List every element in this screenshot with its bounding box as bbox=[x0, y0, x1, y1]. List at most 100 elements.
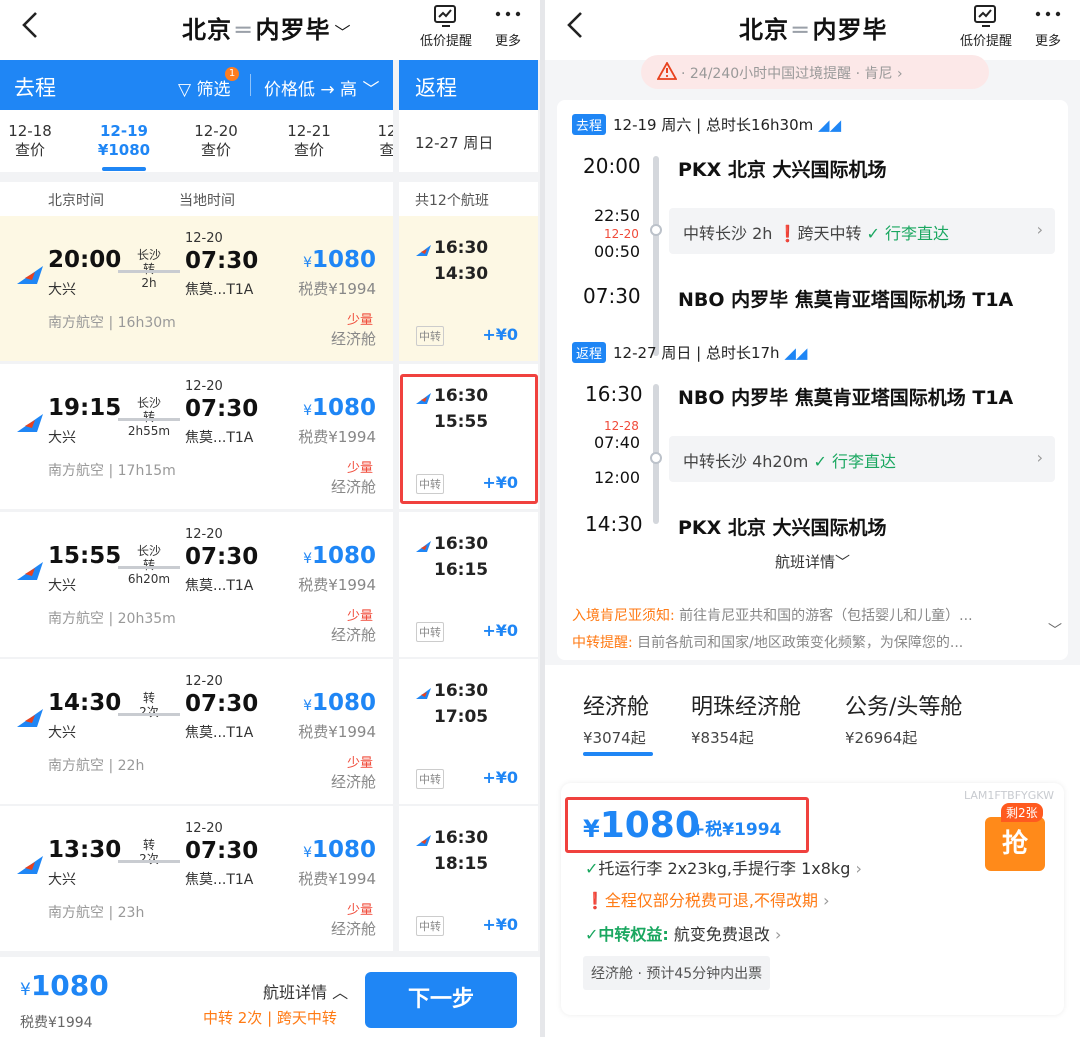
transfer-tag: 中转 bbox=[416, 769, 444, 789]
airline: 南方航空 | 17h15m bbox=[48, 463, 176, 479]
flight-detail-toggle[interactable]: 航班详情 ︿ bbox=[263, 979, 348, 1003]
price-alert-button[interactable]: 低价提醒 bbox=[420, 4, 472, 49]
airline-logo-icon bbox=[415, 832, 432, 846]
return-arr-time: 14:30 bbox=[434, 264, 489, 284]
date-tab[interactable]: 12 查 bbox=[342, 122, 393, 160]
more-button[interactable]: 更多 bbox=[493, 4, 523, 49]
return-count: 共12个航班 bbox=[399, 182, 538, 216]
dep-time: 19:15 bbox=[48, 395, 122, 421]
entry-notice[interactable]: 入境肯尼亚须知: 前往肯尼亚共和国的游客（包括婴儿和儿童）... bbox=[572, 605, 1037, 625]
airline-logo-icon bbox=[15, 560, 45, 582]
extra-price: +¥0 bbox=[482, 768, 518, 787]
return-flight-row[interactable]: 16:30 18:15 中转 +¥0 bbox=[399, 806, 538, 951]
route-title: 北京 ═ 内罗毕 bbox=[739, 16, 888, 44]
timeline-dot bbox=[650, 224, 662, 236]
header: 北京 ═ 内罗毕 ﹀ 低价提醒 更多 bbox=[0, 0, 540, 60]
cabin-tab-business[interactable]: 公务/头等舱 ¥26964起 bbox=[845, 689, 962, 748]
flight-detail-link[interactable]: 航班详情﹀ bbox=[557, 551, 1068, 572]
airline-logo-icon bbox=[415, 242, 432, 256]
arr-airport: 焦莫...T1A bbox=[185, 578, 254, 594]
transfer-tag: 中转 bbox=[416, 622, 444, 642]
return-flight-row[interactable]: 16:30 14:30 中转 +¥0 bbox=[399, 216, 538, 361]
price-alert-icon bbox=[974, 5, 996, 27]
flight-row[interactable]: 13:30 大兴 转 2次 12-20 07:30 焦莫...T1A ¥1080 税费¥1994… bbox=[0, 806, 393, 951]
back-chevron-icon[interactable] bbox=[563, 10, 589, 40]
filter-button[interactable]: ▽ 筛选 bbox=[178, 75, 230, 100]
chevron-down-icon: ﹀ bbox=[835, 553, 851, 571]
date-tab[interactable]: 12-21 查价 bbox=[264, 122, 354, 160]
header: 北京 ═ 内罗毕 低价提醒 更多 bbox=[545, 0, 1080, 60]
seat-status: 少量 bbox=[346, 313, 373, 328]
return-arr-time: 16:15 bbox=[434, 560, 489, 580]
airline-logo-icon bbox=[15, 412, 45, 434]
arr-date: 12-20 bbox=[185, 379, 223, 394]
date-tab[interactable]: 12-18 查价 bbox=[0, 122, 75, 160]
check-icon: ✓ bbox=[813, 452, 827, 471]
return-flight-row[interactable]: 16:30 16:15 中转 +¥0 bbox=[399, 512, 538, 657]
return-date[interactable]: 12-27 周日 bbox=[399, 110, 538, 172]
more-button[interactable]: 更多 bbox=[1033, 4, 1063, 49]
outbound-tag: 去程 bbox=[572, 114, 607, 135]
cabin: 经济舱 bbox=[330, 478, 376, 496]
grab-button[interactable]: 抢 bbox=[985, 817, 1045, 871]
transfer-info: 转 2次 bbox=[116, 691, 182, 719]
transfer-notice[interactable]: 中转提醒: 目前各航司和国家/地区政策变化频繁，为保障您的... bbox=[572, 632, 1037, 652]
price: ¥1080 bbox=[303, 395, 376, 421]
return-dep-time: 16:30 bbox=[434, 681, 489, 701]
transfer-info: 转 2次 bbox=[116, 838, 182, 866]
return-label: 返程 bbox=[415, 76, 457, 100]
fare-card[interactable]: LAM1FTBFYGKW ¥1080 +税¥1994 抢 剩2张 ✓托运行李 2… bbox=[561, 783, 1064, 1015]
airline: 南方航空 | 22h bbox=[48, 758, 145, 774]
chevron-down-icon[interactable]: ﹀ bbox=[1048, 620, 1062, 640]
date-selector: 12-18 查价 12-19 ¥1080 12-20 查价 12-21 查价 12 查 bbox=[0, 110, 393, 172]
arr-airport: PKX 北京 大兴国际机场 bbox=[678, 517, 887, 539]
refund-line[interactable]: ❗全程仅部分税费可退,不得改期 › bbox=[585, 887, 830, 911]
return-tag: 返程 bbox=[572, 342, 607, 363]
baggage-line[interactable]: ✓托运行李 2x23kg,手提行李 1x8kg › bbox=[585, 855, 862, 879]
check-icon: ✓ bbox=[866, 224, 880, 243]
check-icon: ✓ bbox=[585, 925, 599, 944]
dep-time: 20:00 bbox=[583, 154, 641, 178]
chevron-down-icon: ﹀ bbox=[362, 80, 380, 100]
cabin-tab-pearl-economy[interactable]: 明珠经济舱 ¥8354起 bbox=[691, 689, 801, 748]
transfer-benefit-line[interactable]: ✓中转权益: 航变免费退改 › bbox=[585, 921, 781, 945]
airline-logo-icon: ◢◢ bbox=[818, 116, 842, 134]
return-dep-time: 16:30 bbox=[434, 534, 489, 554]
next-step-button[interactable]: 下一步 bbox=[365, 972, 517, 1028]
date-tab-selected[interactable]: 12-19 ¥1080 bbox=[79, 122, 169, 160]
dep-time: 16:30 bbox=[585, 382, 643, 406]
sort-button[interactable]: 价格低 → 高 ﹀ bbox=[264, 75, 379, 100]
price: ¥1080 bbox=[303, 543, 376, 569]
arr-date: 12-20 bbox=[185, 527, 223, 542]
arr-time: 07:30 bbox=[185, 248, 259, 274]
tax: 税费¥1994 bbox=[298, 870, 376, 888]
outbound-header: 12-19 周六 | 总时长16h30m ◢◢ bbox=[613, 116, 842, 134]
flight-row[interactable]: 20:00 大兴 长沙转 2h 12-20 07:30 焦莫...T1A ¥1080 税费¥19… bbox=[0, 216, 393, 361]
cabin: 经济舱 bbox=[330, 920, 376, 938]
dep-time: 14:30 bbox=[48, 690, 122, 716]
transfer-info[interactable]: 中转长沙 4h20m ✓ 行李直达 › bbox=[669, 436, 1055, 482]
timeline bbox=[653, 156, 659, 356]
back-chevron-icon[interactable] bbox=[18, 10, 44, 40]
filter-icon: ▽ bbox=[178, 80, 192, 100]
transfer-info[interactable]: 中转长沙 2h ❗跨天中转 ✓ 行李直达 › bbox=[669, 208, 1055, 254]
route-title[interactable]: 北京 ═ 内罗毕 ﹀ bbox=[182, 10, 351, 45]
flight-row[interactable]: 15:55 大兴 长沙转 6h20m 12-20 07:30 焦莫...T1A ¥1080 税费… bbox=[0, 512, 393, 657]
price-alert-button[interactable]: 低价提醒 bbox=[960, 4, 1012, 49]
dep-time: 20:00 bbox=[48, 247, 122, 273]
arr-airport: NBO 内罗毕 焦莫肯亚塔国际机场 T1A bbox=[678, 289, 1014, 311]
seat-status: 少量 bbox=[346, 461, 373, 476]
cabin-tab-economy[interactable]: 经济舱 ¥3074起 bbox=[583, 689, 649, 748]
dep-airport: 大兴 bbox=[48, 872, 76, 888]
arr-date: 12-20 bbox=[185, 674, 223, 689]
airline-logo-icon: ◢◢ bbox=[784, 344, 808, 362]
highlight-box bbox=[400, 374, 538, 504]
date-tab[interactable]: 12-20 查价 bbox=[171, 122, 261, 160]
return-flight-row[interactable]: 16:30 17:05 中转 +¥0 bbox=[399, 659, 538, 804]
transit-notice[interactable]: · 24/240小时中国过境提醒 · 肯尼 › bbox=[641, 55, 989, 89]
flight-row[interactable]: 19:15 大兴 长沙转 2h55m 12-20 07:30 焦莫...T1A ¥1080 税费… bbox=[0, 364, 393, 509]
date-selected-indicator bbox=[102, 167, 146, 171]
flight-row[interactable]: 14:30 大兴 转 2次 12-20 07:30 焦莫...T1A ¥1080 税费¥1994… bbox=[0, 659, 393, 804]
return-dep-time: 16:30 bbox=[434, 828, 489, 848]
extra-price: +¥0 bbox=[482, 621, 518, 640]
